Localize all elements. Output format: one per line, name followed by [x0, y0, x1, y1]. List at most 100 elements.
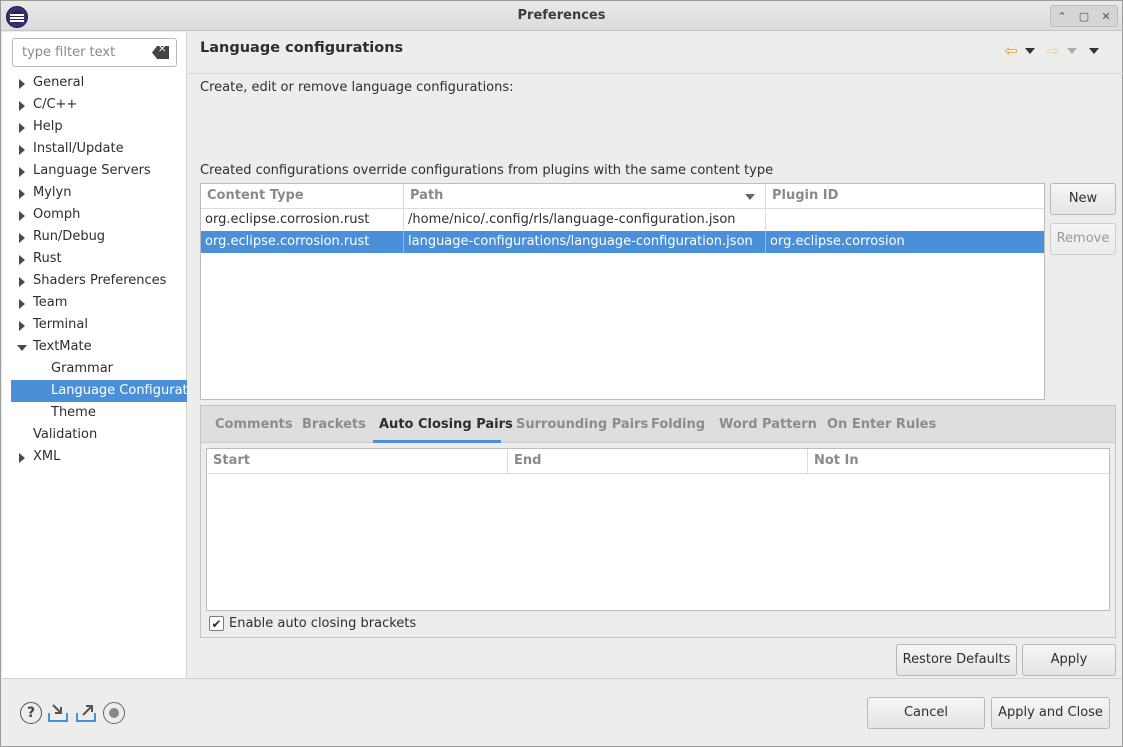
- column-header-plugin-id[interactable]: Plugin ID: [766, 184, 1044, 208]
- tree-item-label: Oomph: [33, 207, 81, 222]
- forward-history-chevron-down-icon[interactable]: [1067, 48, 1077, 54]
- tree-item-label: Mylyn: [33, 185, 72, 200]
- view-menu-icon[interactable]: [1089, 48, 1099, 54]
- tab-brackets[interactable]: Brackets: [302, 417, 366, 432]
- forward-arrow-icon[interactable]: ⇨: [1045, 43, 1061, 59]
- tree-item-theme[interactable]: Theme: [2, 402, 187, 424]
- tree-item-cpp[interactable]: C/C++: [2, 94, 187, 116]
- tree-item-label: Team: [33, 295, 68, 310]
- table-row[interactable]: org.eclipse.corrosion.rust /home/nico/.c…: [201, 209, 1044, 231]
- export-icon[interactable]: [75, 702, 97, 724]
- restore-defaults-button[interactable]: Restore Defaults: [896, 644, 1017, 676]
- tree-item-shaders-preferences[interactable]: Shaders Preferences: [2, 270, 187, 292]
- column-header-end[interactable]: End: [508, 449, 808, 473]
- tree-item-label: C/C++: [33, 97, 78, 112]
- tree-item-language-servers[interactable]: Language Servers: [2, 160, 187, 182]
- expand-arrow-icon[interactable]: [19, 211, 25, 221]
- filter-field[interactable]: [12, 38, 177, 67]
- cell-plugin-id: [766, 209, 1044, 231]
- clear-filter-icon[interactable]: [152, 46, 169, 59]
- expand-arrow-icon[interactable]: [19, 145, 25, 155]
- tree-item-label: Grammar: [51, 361, 114, 376]
- tree-item-mylyn[interactable]: Mylyn: [2, 182, 187, 204]
- tree-item-label: Install/Update: [33, 141, 124, 156]
- cell-path: language-configurations/language-configu…: [404, 231, 766, 253]
- auto-closing-brackets-checkbox[interactable]: ✔: [209, 616, 224, 631]
- table-row-selected[interactable]: org.eclipse.corrosion.rust language-conf…: [201, 231, 1044, 253]
- remove-button[interactable]: Remove: [1050, 223, 1116, 255]
- tree-item-label: Terminal: [33, 317, 88, 332]
- configurations-table[interactable]: Content Type Path Plugin ID org.eclipse.…: [200, 183, 1045, 400]
- tree-item-language-configurations[interactable]: Language Configurations: [11, 380, 187, 402]
- tree-item-label: Help: [33, 119, 63, 134]
- expand-arrow-icon[interactable]: [19, 167, 25, 177]
- tree-item-xml[interactable]: XML: [2, 446, 187, 468]
- column-header-not-in[interactable]: Not In: [808, 449, 1108, 473]
- tree-item-help[interactable]: Help: [2, 116, 187, 138]
- tree-item-rust[interactable]: Rust: [2, 248, 187, 270]
- help-icon[interactable]: ?: [20, 702, 42, 724]
- preference-page: Language configurations ⇦ ⇨ Create, edit…: [188, 32, 1123, 678]
- tree-item-label: Run/Debug: [33, 229, 106, 244]
- new-button[interactable]: New: [1050, 183, 1116, 215]
- tab-auto-closing-pairs[interactable]: Auto Closing Pairs: [379, 417, 513, 432]
- expand-arrow-icon[interactable]: [19, 321, 25, 331]
- expand-arrow-icon[interactable]: [19, 453, 25, 463]
- auto-closing-brackets-label: Enable auto closing brackets: [229, 616, 417, 631]
- close-icon[interactable]: ✕: [1095, 6, 1117, 26]
- tab-folding[interactable]: Folding: [651, 417, 705, 432]
- expand-arrow-icon[interactable]: [19, 123, 25, 133]
- tree-item-install-update[interactable]: Install/Update: [2, 138, 187, 160]
- tab-comments[interactable]: Comments: [215, 417, 293, 432]
- column-header-start[interactable]: Start: [207, 449, 508, 473]
- minimize-icon[interactable]: ⌃: [1051, 6, 1073, 26]
- tree-item-team[interactable]: Team: [2, 292, 187, 314]
- details-tab-folder: Comments Brackets Auto Closing Pairs Sur…: [200, 405, 1116, 638]
- column-header-content-type[interactable]: Content Type: [201, 184, 404, 208]
- collapse-arrow-icon[interactable]: [17, 345, 27, 351]
- maximize-icon[interactable]: ▢: [1073, 6, 1095, 26]
- cell-content-type: org.eclipse.corrosion.rust: [201, 209, 404, 231]
- tree-item-label: Language Servers: [33, 163, 151, 178]
- back-arrow-icon[interactable]: ⇦: [1003, 43, 1019, 59]
- expand-arrow-icon[interactable]: [19, 79, 25, 89]
- bottom-divider: [2, 678, 1121, 679]
- tree-item-label: TextMate: [33, 339, 92, 354]
- back-history-chevron-down-icon[interactable]: [1025, 48, 1035, 54]
- tree-item-terminal[interactable]: Terminal: [2, 314, 187, 336]
- tree-item-label: Theme: [51, 405, 96, 420]
- tree-item-run-debug[interactable]: Run/Debug: [2, 226, 187, 248]
- tree-item-general[interactable]: General: [2, 72, 187, 94]
- preferences-window: Preferences ⌃ ▢ ✕ General C/C++ Help Ins…: [0, 0, 1123, 747]
- tab-on-enter-rules[interactable]: On Enter Rules: [827, 417, 936, 432]
- expand-arrow-icon[interactable]: [19, 277, 25, 287]
- tree-item-validation[interactable]: Validation: [2, 424, 187, 446]
- import-icon[interactable]: [47, 702, 69, 724]
- tree-item-label: XML: [33, 449, 61, 464]
- cancel-button[interactable]: Cancel: [867, 697, 985, 729]
- cell-content-type: org.eclipse.corrosion.rust: [201, 231, 404, 253]
- apply-button[interactable]: Apply: [1022, 644, 1116, 676]
- tree-item-label: Validation: [33, 427, 98, 442]
- cell-plugin-id: org.eclipse.corrosion: [770, 234, 905, 249]
- table-header: Content Type Path Plugin ID: [201, 184, 1044, 209]
- tree-item-label: Language Configurations: [51, 383, 187, 398]
- expand-arrow-icon[interactable]: [19, 189, 25, 199]
- filter-input[interactable]: [20, 44, 145, 61]
- apply-and-close-button[interactable]: Apply and Close: [991, 697, 1110, 729]
- tab-word-pattern[interactable]: Word Pattern: [719, 417, 817, 432]
- column-header-path[interactable]: Path: [404, 184, 766, 208]
- tab-surrounding-pairs[interactable]: Surrounding Pairs: [516, 417, 648, 432]
- oomph-icon[interactable]: [103, 702, 125, 724]
- tree-item-textmate[interactable]: TextMate: [2, 336, 187, 358]
- tree-item-oomph[interactable]: Oomph: [2, 204, 187, 226]
- expand-arrow-icon[interactable]: [19, 299, 25, 309]
- auto-closing-brackets-option[interactable]: ✔ Enable auto closing brackets: [209, 616, 416, 631]
- tree-item-grammar[interactable]: Grammar: [2, 358, 187, 380]
- title-bar: Preferences ⌃ ▢ ✕: [1, 1, 1122, 31]
- expand-arrow-icon[interactable]: [19, 255, 25, 265]
- expand-arrow-icon[interactable]: [19, 101, 25, 111]
- table-header: Start End Not In: [207, 449, 1109, 474]
- expand-arrow-icon[interactable]: [19, 233, 25, 243]
- auto-closing-pairs-table[interactable]: Start End Not In: [206, 448, 1110, 611]
